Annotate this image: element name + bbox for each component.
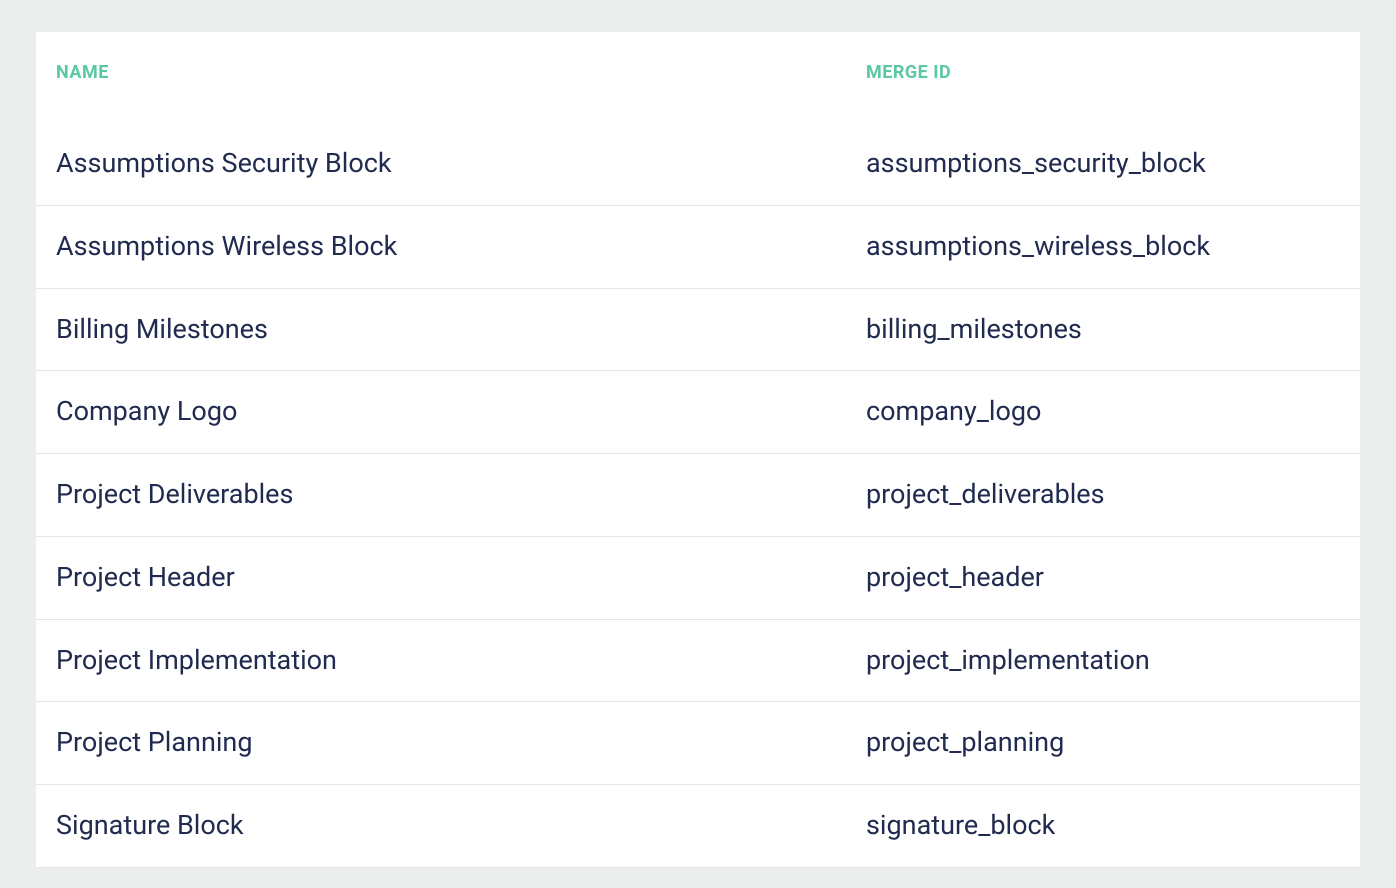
cell-merge-id: project_planning	[866, 726, 1340, 760]
cell-merge-id: company_logo	[866, 395, 1340, 429]
table-header-row: NAME MERGE ID	[36, 32, 1360, 123]
cell-name: Project Header	[56, 561, 866, 595]
column-header-merge-id[interactable]: MERGE ID	[866, 62, 1340, 83]
table-row[interactable]: Project Header project_header	[36, 536, 1360, 619]
cell-merge-id: signature_block	[866, 809, 1340, 843]
cell-name: Project Implementation	[56, 644, 866, 678]
cell-name: Billing Milestones	[56, 313, 866, 347]
cell-merge-id: assumptions_security_block	[866, 147, 1340, 181]
cell-name: Assumptions Security Block	[56, 147, 866, 181]
table-row[interactable]: Project Deliverables project_deliverable…	[36, 453, 1360, 536]
table-row[interactable]: Billing Milestones billing_milestones	[36, 288, 1360, 371]
cell-merge-id: billing_milestones	[866, 313, 1340, 347]
table-row[interactable]: Assumptions Security Block assumptions_s…	[36, 123, 1360, 205]
cell-name: Project Planning	[56, 726, 866, 760]
merge-fields-table: NAME MERGE ID Assumptions Security Block…	[36, 32, 1360, 868]
table-row[interactable]: Signature Block signature_block	[36, 784, 1360, 868]
cell-name: Assumptions Wireless Block	[56, 230, 866, 264]
cell-name: Signature Block	[56, 809, 866, 843]
table-row[interactable]: Project Implementation project_implement…	[36, 619, 1360, 702]
table-row[interactable]: Assumptions Wireless Block assumptions_w…	[36, 205, 1360, 288]
cell-name: Company Logo	[56, 395, 866, 429]
cell-merge-id: project_implementation	[866, 644, 1340, 678]
table-row[interactable]: Project Planning project_planning	[36, 701, 1360, 784]
table-body: Assumptions Security Block assumptions_s…	[36, 123, 1360, 868]
column-header-name[interactable]: NAME	[56, 62, 866, 83]
cell-merge-id: project_deliverables	[866, 478, 1340, 512]
cell-merge-id: assumptions_wireless_block	[866, 230, 1340, 264]
table-row[interactable]: Company Logo company_logo	[36, 370, 1360, 453]
cell-merge-id: project_header	[866, 561, 1340, 595]
cell-name: Project Deliverables	[56, 478, 866, 512]
